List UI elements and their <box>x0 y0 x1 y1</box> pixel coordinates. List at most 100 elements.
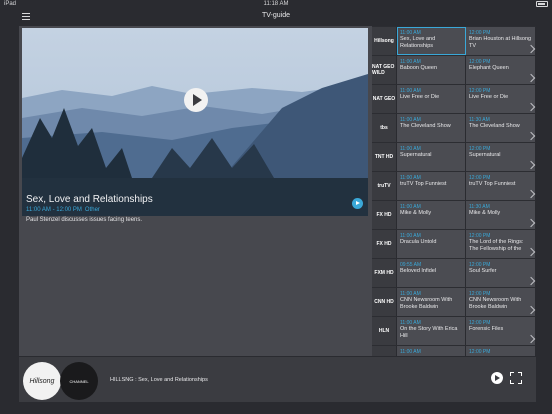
next-program-cell[interactable]: 11:30 AM The Cleveland Show <box>466 114 536 142</box>
next-program-cell[interactable]: 12:00 PM The Lord of the Rings: The Fello… <box>466 230 536 258</box>
program-name: Mike & Molly <box>400 210 432 216</box>
nav-bar: TV-guide <box>0 9 552 25</box>
current-program-cell[interactable]: 11:00 AM Mike & Molly <box>397 201 466 229</box>
guide-row[interactable]: FX HD 11:00 AM Dracula Untold 12:00 PM The L… <box>372 230 536 258</box>
guide-row[interactable]: HLN 11:00 AM On the Story With Erica Hill 1… <box>372 317 536 345</box>
program-name: Forensic Files <box>469 326 504 332</box>
channel-logo[interactable]: NAT GEO WILD <box>372 56 397 84</box>
program-name: Mike & Molly <box>469 210 501 216</box>
next-program-cell[interactable]: 12:00 PM <box>466 346 536 356</box>
next-program-cell[interactable]: 12:00 PM Soul Surfer <box>466 259 536 287</box>
channel-logo[interactable]: tbs <box>372 114 397 142</box>
current-program-cell[interactable]: 11:00 AM Supernatural <box>397 143 466 171</box>
program-name: Supernatural <box>469 152 501 158</box>
current-program-cell[interactable]: 11:00 AM Sex, Love and Relationships <box>397 27 466 55</box>
next-program-cell[interactable]: 12:00 PM CNN Newsroom With Brooke Baldwin <box>466 288 536 316</box>
program-name: truTV Top Funniest <box>400 181 447 187</box>
program-start-time: 11:00 AM <box>400 349 421 355</box>
current-program-cell[interactable]: 11:00 AM truTV Top Funniest <box>397 172 466 200</box>
channel-logo[interactable]: NAT GEO <box>372 85 397 113</box>
channel-logo[interactable]: HLN <box>372 317 397 345</box>
chevron-right-icon[interactable] <box>526 44 536 54</box>
channel-logo[interactable]: truTV <box>372 172 397 200</box>
program-start-time: 12:00 PM <box>469 349 491 355</box>
channel-logo: CHANNEL <box>60 362 98 400</box>
channel-logo[interactable]: FXM HD <box>372 259 397 287</box>
next-program-cell[interactable]: 12:00 PM Elephant Queen <box>466 56 536 84</box>
program-name: CNN Newsroom With Brooke Baldwin <box>400 297 453 310</box>
program-name: truTV Top Funniest <box>469 181 516 187</box>
program-name: The Cleveland Show <box>469 123 520 129</box>
next-program-cell[interactable]: 12:00 PM Brian Houston at Hillsong TV <box>466 27 536 55</box>
guide-row[interactable]: tbs 11:00 AM The Cleveland Show 11:30 AM The… <box>372 114 536 142</box>
program-name: Brian Houston at Hillsong TV <box>469 36 532 49</box>
guide-row[interactable]: CNN HD 11:00 AM CNN Newsroom With Brooke B… <box>372 288 536 316</box>
program-name: Live Free or Die <box>400 94 440 100</box>
program-time: 11:00 AM - 12:00 PM <box>26 207 82 213</box>
chevron-right-icon[interactable] <box>526 73 536 83</box>
current-program-cell[interactable]: 11:00 AM CNN Newsroom With Brooke Baldwin <box>397 288 466 316</box>
guide-row[interactable]: TNT HD 11:00 AM Supernatural 12:00 PM Supern… <box>372 143 536 171</box>
chevron-right-icon[interactable] <box>526 218 536 228</box>
hillsong-logo: Hillsong <box>23 362 61 400</box>
program-name: The Cleveland Show <box>400 123 451 129</box>
next-program-cell[interactable]: 12:00 PM truTV Top Funniest <box>466 172 536 200</box>
current-program-cell[interactable]: 11:00 AM On the Story With Erica Hill <box>397 317 466 345</box>
battery-icon <box>536 1 548 7</box>
channel-logo[interactable]: FX HD <box>372 201 397 229</box>
channel-logo[interactable]: Hillsong <box>372 27 397 55</box>
next-program-cell[interactable]: 12:00 PM Supernatural <box>466 143 536 171</box>
next-program-cell[interactable]: 12:00 PM Forensic Files <box>466 317 536 345</box>
guide-row[interactable]: FXM HD 09:55 AM Beloved Infidel 12:00 PM Sou… <box>372 259 536 287</box>
chevron-right-icon[interactable] <box>526 334 536 344</box>
tv-guide-list[interactable]: Hillsong 11:00 AM Sex, Love and Relationsh… <box>372 26 536 356</box>
fullscreen-icon[interactable] <box>510 372 522 384</box>
guide-row[interactable]: Hillsong 11:00 AM Sex, Love and Relationsh… <box>372 27 536 55</box>
chevron-right-icon[interactable] <box>526 160 536 170</box>
guide-row[interactable]: Fuse11:00 AM 12:00 PM <box>372 346 536 356</box>
video-thumbnail <box>22 28 368 216</box>
program-name: The Lord of the Rings: The Fellowship of… <box>469 239 524 252</box>
program-name: Soul Surfer <box>469 268 497 274</box>
program-name: Beloved Infidel <box>400 268 437 274</box>
program-name: On the Story With Erica Hill <box>400 326 458 339</box>
channel-logo[interactable]: TNT HD <box>372 143 397 171</box>
guide-row[interactable]: FX HD 11:00 AM Mike & Molly 11:30 AM Mike & … <box>372 201 536 229</box>
current-program-cell[interactable]: 11:00 AM The Cleveland Show <box>397 114 466 142</box>
mini-play-button[interactable] <box>491 372 503 384</box>
program-name: Dracula Untold <box>400 239 437 245</box>
program-name: Baboon Queen <box>400 65 438 71</box>
current-program-cell[interactable]: 11:00 AM Baboon Queen <box>397 56 466 84</box>
video-player[interactable] <box>22 28 368 216</box>
chevron-right-icon[interactable] <box>526 102 536 112</box>
guide-row[interactable]: truTV 11:00 AM truTV Top Funniest 12:00 PM t… <box>372 172 536 200</box>
now-playing-text: HILLSNG : Sex, Love and Relationships <box>110 377 208 383</box>
channel-logo[interactable]: CNN HD <box>372 288 397 316</box>
program-name: Live Free or Die <box>469 94 509 100</box>
program-detail: Sex, Love and Relationships 11:00 AM - 1… <box>19 26 372 356</box>
program-title: Sex, Love and Relationships <box>26 194 153 205</box>
guide-row[interactable]: NAT GEO WILD 11:00 AM Baboon Queen 12:00 PM… <box>372 56 536 84</box>
chevron-right-icon[interactable] <box>526 189 536 199</box>
current-program-cell[interactable]: 11:00 AM Live Free or Die <box>397 85 466 113</box>
program-description: Paul Stenzel discusses issues facing tee… <box>26 217 143 223</box>
chevron-right-icon[interactable] <box>526 276 536 286</box>
program-name: Sex, Love and Relationships <box>400 36 436 49</box>
next-program-cell[interactable]: 12:00 PM Live Free or Die <box>466 85 536 113</box>
channel-logo[interactable]: FX HD <box>372 230 397 258</box>
chevron-right-icon[interactable] <box>526 305 536 315</box>
next-program-cell[interactable]: 11:30 AM Mike & Molly <box>466 201 536 229</box>
program-name: CNN Newsroom With Brooke Baldwin <box>469 297 522 310</box>
program-meta: 11:00 AM - 12:00 PM Other <box>26 207 100 213</box>
mini-player: Hillsong CHANNEL HILLSNG : Sex, Love and… <box>19 357 536 402</box>
guide-row[interactable]: NAT GEO 11:00 AM Live Free or Die 12:00 PM L… <box>372 85 536 113</box>
play-button[interactable] <box>184 88 208 112</box>
current-program-cell[interactable]: 09:55 AM Beloved Infidel <box>397 259 466 287</box>
info-play-button[interactable] <box>352 198 363 209</box>
channel-logo[interactable]: Fuse <box>372 346 397 356</box>
chevron-right-icon[interactable] <box>526 131 536 141</box>
page-title: TV-guide <box>261 12 291 19</box>
chevron-right-icon[interactable] <box>526 247 536 257</box>
current-program-cell[interactable]: 11:00 AM <box>397 346 466 356</box>
current-program-cell[interactable]: 11:00 AM Dracula Untold <box>397 230 466 258</box>
